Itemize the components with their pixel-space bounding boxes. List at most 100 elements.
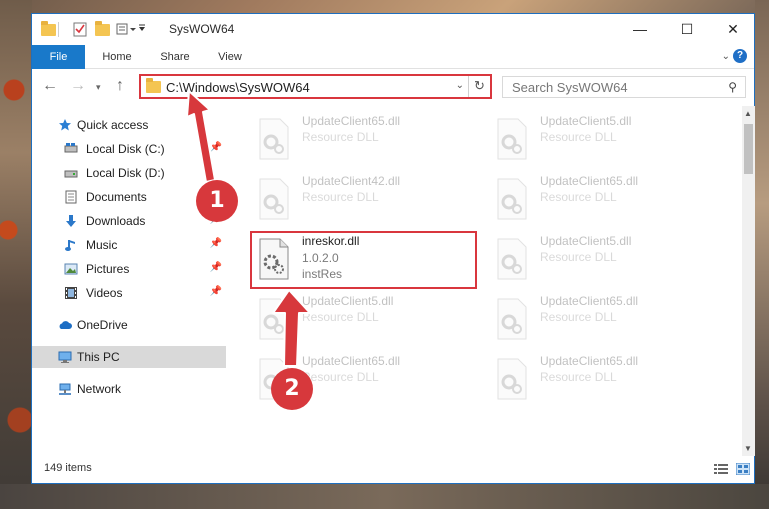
address-bar[interactable]: C:\Windows\SysWOW64 ⌄ ↻ [139, 74, 492, 99]
cloud-icon [59, 321, 72, 329]
pin-icon[interactable]: 📌 [210, 142, 222, 153]
search-icon[interactable]: ⚲ [728, 80, 737, 94]
tab-home[interactable]: Home [95, 45, 139, 69]
sidebar-item-downloads[interactable]: Downloads 📌 [32, 210, 226, 232]
sidebar-item-quick-access[interactable]: Quick access [32, 114, 226, 136]
file-tile[interactable]: UpdateClient65.dll Resource DLL [488, 172, 718, 232]
sidebar-item-label: Pictures [86, 262, 130, 276]
scrollbar-thumb[interactable] [744, 124, 753, 174]
file-name: UpdateClient42.dll [302, 174, 401, 188]
desktop-background-left [0, 0, 32, 509]
file-tile[interactable]: UpdateClient5.dll Resource DLL [250, 292, 480, 352]
file-name: UpdateClient65.dll [540, 354, 639, 368]
sidebar-item-local-disk-d[interactable]: Local Disk (D:) [32, 162, 226, 184]
sidebar-item-pictures[interactable]: Pictures 📌 [32, 258, 226, 280]
sidebar-item-label: Quick access [77, 118, 149, 132]
sidebar-item-label: Network [77, 382, 122, 396]
pin-icon[interactable]: 📌 [210, 262, 222, 273]
step-badge-1: 1 [196, 180, 238, 222]
sidebar-item-local-disk-c[interactable]: Local Disk (C:) 📌 [32, 138, 226, 160]
documents-icon [65, 190, 77, 204]
maximize-button[interactable]: ☐ [664, 14, 710, 44]
sidebar-item-this-pc[interactable]: This PC [32, 346, 226, 368]
file-name: UpdateClient5.dll [302, 294, 394, 308]
sidebar-item-label: Local Disk (D:) [86, 166, 165, 180]
download-icon [66, 215, 76, 227]
sidebar-item-onedrive[interactable]: OneDrive [32, 314, 226, 336]
tab-file[interactable]: File [32, 45, 85, 69]
sidebar-item-label: OneDrive [77, 318, 128, 332]
file-description: Resource DLL [540, 190, 617, 204]
large-icons-view-icon[interactable] [736, 463, 750, 475]
details-view-icon[interactable] [714, 463, 728, 475]
tab-view[interactable]: View [208, 45, 252, 69]
file-description: Resource DLL [540, 250, 617, 264]
dll-file-icon [497, 178, 527, 220]
recent-locations-icon[interactable]: ▾ [96, 82, 101, 93]
network-icon [59, 383, 71, 395]
pin-icon[interactable]: 📌 [210, 286, 222, 297]
navigation-bar: ← → ▾ ↑ C:\Windows\SysWOW64 ⌄ ↻ Search S… [32, 70, 754, 104]
dll-file-icon [497, 118, 527, 160]
sidebar-item-label: Music [86, 238, 118, 252]
address-path[interactable]: C:\Windows\SysWOW64 [166, 80, 310, 95]
file-name: UpdateClient5.dll [540, 234, 632, 248]
customize-toolbar-icon[interactable] [116, 22, 146, 38]
explorer-window: SysWOW64 — ☐ ✕ File Home Share View ⌄ ? … [31, 13, 755, 484]
file-description: Resource DLL [302, 310, 379, 324]
status-bar: 149 items [32, 460, 754, 482]
properties-icon[interactable] [73, 22, 87, 38]
sidebar-item-videos[interactable]: Videos 📌 [32, 282, 226, 304]
sidebar-item-network[interactable]: Network [32, 378, 226, 400]
scroll-down-icon[interactable]: ▼ [744, 444, 752, 453]
sidebar-item-label: Videos [86, 286, 123, 300]
desktop-background-right [755, 0, 769, 509]
vertical-scrollbar[interactable]: ▲ ▼ [742, 106, 755, 456]
file-highlight-box [250, 231, 477, 289]
help-icon[interactable]: ? [733, 49, 747, 63]
file-tile[interactable]: UpdateClient65.dll Resource DLL [488, 292, 718, 352]
refresh-icon[interactable]: ↻ [468, 76, 490, 97]
file-description: Resource DLL [540, 310, 617, 324]
file-name: UpdateClient65.dll [302, 114, 401, 128]
desktop-background-bottom [0, 484, 769, 509]
dll-file-icon [259, 178, 289, 220]
videos-icon [65, 287, 77, 299]
chevron-down-icon[interactable]: ⌄ [456, 80, 464, 91]
search-input[interactable]: Search SysWOW64 ⚲ [502, 76, 746, 98]
back-arrow-icon[interactable]: ← [42, 77, 58, 95]
star-icon [59, 119, 71, 131]
new-folder-icon[interactable] [95, 21, 110, 38]
ribbon: File Home Share View ⌄ ? [32, 45, 754, 69]
minimize-button[interactable]: — [617, 14, 663, 44]
dll-file-icon [497, 298, 527, 340]
title-separator [58, 22, 59, 37]
pictures-icon [64, 263, 78, 275]
file-description: Resource DLL [302, 370, 379, 384]
music-icon [65, 240, 75, 251]
file-name: UpdateClient65.dll [302, 354, 401, 368]
forward-arrow-icon[interactable]: → [70, 77, 86, 95]
item-count: 149 items [44, 462, 92, 474]
file-description: Resource DLL [302, 130, 379, 144]
file-tile[interactable]: UpdateClient5.dll Resource DLL [488, 232, 718, 292]
file-tile[interactable]: UpdateClient5.dll Resource DLL [488, 112, 718, 172]
computer-icon [58, 351, 72, 363]
file-tile[interactable]: UpdateClient65.dll Resource DLL [488, 352, 718, 412]
dll-file-icon [497, 238, 527, 280]
dll-file-icon [497, 358, 527, 400]
close-button[interactable]: ✕ [710, 14, 756, 44]
window-title: SysWOW64 [169, 22, 235, 36]
scroll-up-icon[interactable]: ▲ [744, 109, 752, 118]
up-arrow-icon[interactable]: ↑ [116, 77, 124, 95]
dll-file-icon [259, 118, 289, 160]
sidebar-item-music[interactable]: Music 📌 [32, 234, 226, 256]
expand-ribbon-icon[interactable]: ⌄ [722, 51, 730, 62]
search-placeholder: Search SysWOW64 [512, 80, 628, 95]
file-tile[interactable]: UpdateClient42.dll Resource DLL [250, 172, 480, 232]
pin-icon[interactable]: 📌 [210, 238, 222, 249]
tab-share[interactable]: Share [153, 45, 197, 69]
drive-icon [64, 143, 78, 153]
file-tile[interactable]: UpdateClient65.dll Resource DLL [250, 112, 480, 172]
file-name: UpdateClient65.dll [540, 174, 639, 188]
